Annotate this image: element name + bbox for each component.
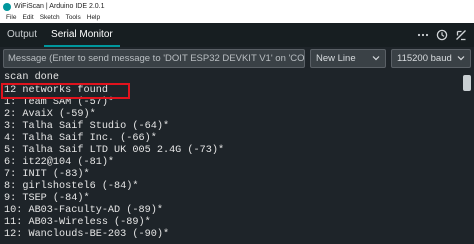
chevron-down-icon (457, 50, 465, 73)
highlight-box (1, 83, 130, 99)
output-line: 6: it22@104 (-81)* (4, 157, 115, 168)
output-line: 8: girlshostel6 (-84)* (4, 181, 139, 192)
baud-rate-select[interactable]: 115200 baud (391, 49, 471, 68)
line-ending-value: New Line (316, 53, 356, 64)
line-ending-select[interactable]: New Line (310, 49, 386, 68)
menu-sketch[interactable]: Sketch (40, 13, 60, 23)
panel-tab-bar: Output Serial Monitor (0, 23, 474, 47)
menu-file[interactable]: File (6, 13, 16, 23)
serial-output[interactable]: scan done 12 networks found 1: Team SAM … (0, 71, 474, 244)
title-bar: WiFiScan | Arduino IDE 2.0.1 (0, 0, 474, 13)
output-line: 3: Talha Saif Studio (-64)* (4, 121, 170, 132)
menu-help[interactable]: Help (87, 13, 100, 23)
menu-tools[interactable]: Tools (66, 13, 81, 23)
output-line: 10: AB03-Faculty-AD (-89)* (4, 205, 163, 216)
tab-serial-monitor[interactable]: Serial Monitor (44, 23, 120, 47)
arduino-app-icon (3, 2, 11, 11)
output-line: 7: INIT (-83)* (4, 169, 90, 180)
chevron-down-icon (372, 50, 380, 73)
serial-input-row: Message (Enter to send message to 'DOIT … (0, 47, 474, 71)
baud-rate-value: 115200 baud (397, 53, 452, 64)
output-scrollbar[interactable] (463, 75, 471, 91)
output-line: 4: Talha Saif Inc. (-66)* (4, 133, 157, 144)
panel-actions (411, 23, 474, 47)
message-input[interactable]: Message (Enter to send message to 'DOIT … (3, 49, 305, 68)
output-line: 12: Wanclouds-BE-203 (-90)* (4, 229, 170, 240)
output-line: 11: AB03-Wireless (-89)* (4, 217, 151, 228)
clear-output-icon[interactable] (454, 28, 468, 42)
window-title: WiFiScan | Arduino IDE 2.0.1 (14, 3, 105, 10)
menu-bar: File Edit Sketch Tools Help (0, 13, 474, 23)
output-line: 2: AvaiX (-59)* (4, 109, 96, 120)
menu-edit[interactable]: Edit (22, 13, 33, 23)
timestamp-icon[interactable] (435, 28, 449, 42)
output-line: 5: Talha Saif LTD UK 005 2.4G (-73)* (4, 145, 225, 156)
output-line: 9: TSEP (-84)* (4, 193, 90, 204)
more-options-icon[interactable] (416, 28, 430, 42)
output-line: scan done (4, 72, 60, 83)
tab-output[interactable]: Output (0, 23, 44, 47)
